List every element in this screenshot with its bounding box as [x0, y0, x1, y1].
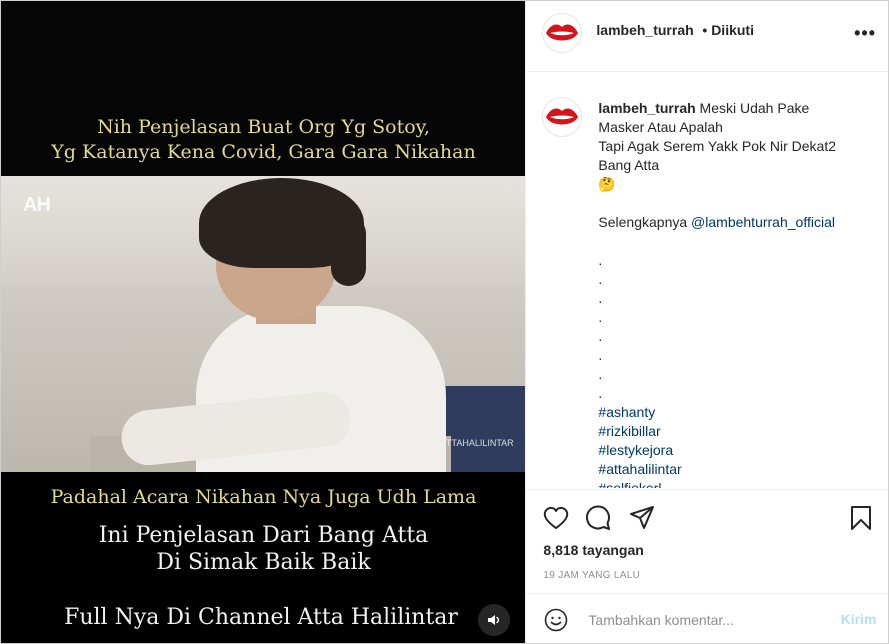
speaker-icon: [488, 615, 500, 625]
view-count[interactable]: 8,818 tayangan: [543, 542, 643, 558]
post-caption: lambeh_turrah Meski Udah Pake Masker Ata…: [598, 99, 873, 488]
post-actions: 8,818 tayangan 19 JAM YANG LALU: [526, 489, 889, 594]
video-caption-mid: Padahal Acara Nikahan Nya Juga Udh Lama: [50, 486, 477, 508]
caption-area: lambeh_turrah Meski Udah Pake Masker Ata…: [526, 72, 888, 488]
caption-avatar[interactable]: [542, 97, 583, 137]
comment-bubble-icon[interactable]: [584, 504, 612, 532]
post-dialog: Nih Penjelasan Buat Org Yg Sotoy, Yg Kat…: [0, 0, 889, 644]
post-header: lambeh_turrah • Diikuti •••: [526, 1, 888, 72]
smiley-icon[interactable]: [544, 608, 568, 632]
person-hair-side: [331, 216, 366, 286]
video-caption-top-1: Nih Penjelasan Buat Org Yg Sotoy,: [97, 116, 430, 138]
dot-line: .: [598, 309, 603, 325]
video-caption-white-2: Di Simak Baik Baik: [156, 550, 371, 575]
comment-input[interactable]: [586, 609, 821, 631]
heart-icon[interactable]: [542, 504, 570, 532]
video-logo: AH: [23, 194, 51, 216]
send-button[interactable]: Kirim: [841, 611, 877, 627]
post-side-panel: lambeh_turrah • Diikuti ••• lambeh_turra…: [525, 1, 889, 644]
video-caption-white-1: Ini Penjelasan Dari Bang Atta: [98, 523, 429, 548]
caption-line: Masker Atau Apalah: [598, 119, 723, 135]
hashtag-link[interactable]: #rizkibillar: [598, 422, 873, 441]
more-prefix: Selengkapnya: [598, 214, 692, 230]
dot-line: .: [598, 385, 603, 401]
thinking-emoji: 🤔: [598, 176, 616, 192]
dot-line: .: [598, 271, 603, 287]
send-plane-icon[interactable]: [628, 504, 656, 532]
video-frame: AH TTAHALILINTAR: [1, 176, 526, 472]
post-time[interactable]: 19 JAM YANG LALU: [543, 570, 640, 581]
caption-line: Bang Atta: [598, 157, 660, 173]
caption-line: Meski Udah Pake: [699, 100, 810, 116]
volume-button[interactable]: [478, 604, 510, 636]
mention-link[interactable]: @lambehturrah_official: [691, 214, 835, 230]
avatar[interactable]: [542, 13, 583, 53]
video-caption-bottom: Full Nya Di Channel Atta Halilintar: [64, 605, 458, 630]
bookmark-icon[interactable]: [847, 504, 875, 532]
header-username[interactable]: lambeh_turrah: [596, 22, 693, 38]
caption-username[interactable]: lambeh_turrah: [598, 100, 695, 116]
follow-status[interactable]: • Diikuti: [702, 22, 754, 38]
dot-line: .: [598, 328, 603, 344]
hashtag-link[interactable]: #lestykejora: [598, 441, 873, 460]
video-player[interactable]: Nih Penjelasan Buat Org Yg Sotoy, Yg Kat…: [1, 1, 526, 643]
hashtag-link[interactable]: #selfiekerl: [598, 479, 873, 488]
hashtag-link[interactable]: #ashanty: [598, 403, 873, 422]
hashtag-link[interactable]: #attahalilintar: [598, 460, 873, 479]
dot-line: .: [598, 347, 603, 363]
video-caption-top-2: Yg Katanya Kena Covid, Gara Gara Nikahan: [51, 141, 476, 163]
lips-logo-icon: [546, 108, 579, 125]
dot-line: .: [598, 252, 603, 268]
comment-bar: Kirim: [526, 593, 889, 644]
caption-line: Tapi Agak Serem Yakk Pok Nir Dekat2: [598, 138, 836, 154]
more-dots-icon[interactable]: •••: [854, 23, 876, 44]
dot-line: .: [598, 366, 603, 382]
video-watermark: TTAHALILINTAR: [446, 438, 514, 448]
lips-logo-icon: [546, 24, 579, 41]
dot-line: .: [598, 290, 603, 306]
